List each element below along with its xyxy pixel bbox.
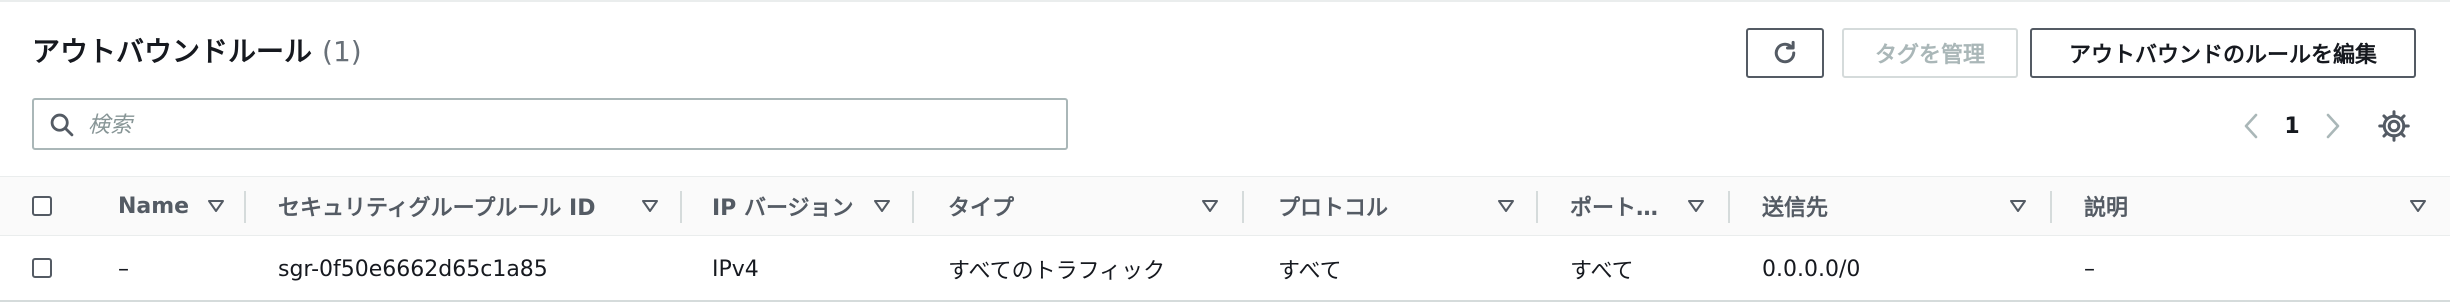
manage-tags-button[interactable]: タグを管理: [1842, 28, 2018, 78]
column-header-type[interactable]: タイプ: [948, 177, 1014, 235]
sort-caret-icon[interactable]: [1686, 196, 1706, 216]
sort-caret-icon[interactable]: [2408, 196, 2428, 216]
cell-description: –: [2084, 256, 2095, 282]
next-page-button[interactable]: [2312, 106, 2352, 146]
cell-type: すべてのトラフィック: [948, 259, 1166, 284]
table-header: Name セキュリティグループルール ID IP バージョン タイプ プロトコル…: [0, 176, 2450, 236]
previous-page-button[interactable]: [2232, 106, 2272, 146]
refresh-button[interactable]: [1746, 28, 1824, 78]
column-divider[interactable]: [244, 191, 246, 223]
refresh-icon: [1774, 40, 1796, 64]
sort-caret-icon[interactable]: [640, 196, 660, 216]
column-divider[interactable]: [1536, 191, 1538, 223]
search-icon: [50, 113, 74, 137]
column-divider[interactable]: [1728, 191, 1730, 223]
search-input[interactable]: [86, 106, 1050, 144]
cell-ip-version: IPv4: [712, 256, 759, 282]
column-divider[interactable]: [2050, 191, 2052, 223]
cell-name: –: [118, 256, 129, 282]
sort-caret-icon[interactable]: [2008, 196, 2028, 216]
column-header-description[interactable]: 説明: [2084, 177, 2128, 235]
column-header-name[interactable]: Name: [118, 177, 189, 235]
cell-rule-id: sgr-0f50e6662d65c1a85: [278, 256, 548, 282]
cell-port-range: すべて: [1570, 259, 1634, 284]
pagination: 1: [2232, 106, 2352, 146]
sort-caret-icon[interactable]: [206, 196, 226, 216]
sort-caret-icon[interactable]: [872, 196, 892, 216]
gear-icon: [2378, 110, 2410, 142]
edit-outbound-rules-button[interactable]: アウトバウンドのルールを編集: [2030, 28, 2416, 78]
column-divider[interactable]: [912, 191, 914, 223]
column-header-port-range[interactable]: ポート…: [1570, 177, 1658, 235]
outbound-rules-panel: アウトバウンドルール (1) タグを管理 アウトバウンドのルールを編集 1: [0, 0, 2450, 302]
cell-destination: 0.0.0.0/0: [1762, 256, 1861, 282]
sort-caret-icon[interactable]: [1200, 196, 1220, 216]
panel-title: アウトバウンドルール (1): [32, 32, 362, 72]
table-row[interactable]: – sgr-0f50e6662d65c1a85 IPv4 すべてのトラフィック …: [0, 238, 2450, 300]
column-header-ip-version[interactable]: IP バージョン: [712, 177, 854, 235]
column-header-rule-id[interactable]: セキュリティグループルール ID: [278, 177, 595, 235]
search-box[interactable]: [32, 98, 1068, 150]
column-header-destination[interactable]: 送信先: [1762, 177, 1828, 235]
cell-protocol: すべて: [1278, 259, 1342, 284]
row-select-checkbox[interactable]: [32, 258, 52, 278]
chevron-left-icon: [2244, 113, 2258, 139]
column-divider[interactable]: [1242, 191, 1244, 223]
column-divider[interactable]: [680, 191, 682, 223]
rule-count: (1): [322, 35, 362, 68]
chevron-right-icon: [2326, 113, 2340, 139]
preferences-button[interactable]: [2376, 108, 2412, 144]
select-all-checkbox[interactable]: [32, 196, 52, 216]
current-page-number[interactable]: 1: [2272, 114, 2312, 139]
column-header-protocol[interactable]: プロトコル: [1278, 177, 1388, 235]
sort-caret-icon[interactable]: [1496, 196, 1516, 216]
panel-title-text: アウトバウンドルール: [32, 35, 313, 68]
